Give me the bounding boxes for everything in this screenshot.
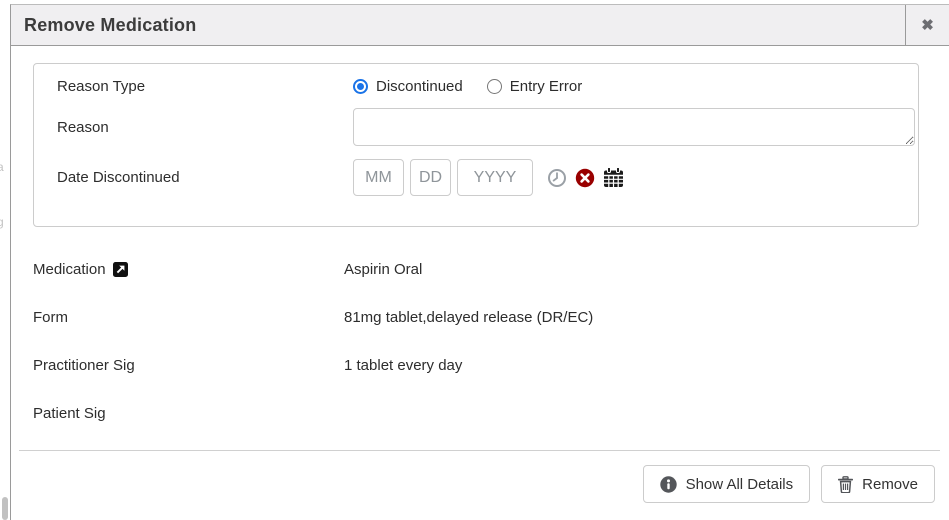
info-icon [660, 476, 677, 493]
reason-type-row: Reason Type Discontinued Entry Error [57, 78, 918, 95]
background-text-fragment: g [0, 215, 4, 229]
close-icon: ✖ [921, 16, 934, 34]
patient-sig-label: Patient Sig [33, 397, 344, 445]
radio-entry-error[interactable]: Entry Error [487, 78, 583, 95]
month-input[interactable] [353, 159, 404, 196]
radio-selected-icon [353, 79, 368, 94]
practitioner-sig-value: 1 tablet every day [344, 349, 462, 397]
form-label: Form [33, 301, 344, 349]
form-label-text: Form [33, 309, 68, 326]
detail-row-patient-sig: Patient Sig [33, 397, 949, 445]
show-all-details-label: Show All Details [686, 476, 794, 493]
date-input-group [353, 159, 624, 196]
reason-input[interactable] [353, 108, 915, 146]
dialog-title: Remove Medication [11, 5, 905, 45]
radio-discontinued-label: Discontinued [376, 78, 463, 95]
detail-row-practitioner-sig: Practitioner Sig 1 tablet every day [33, 349, 949, 397]
medication-label-wrap: Medication [33, 253, 344, 301]
background-strip: a g [0, 0, 10, 520]
dialog-body: Reason Type Discontinued Entry Error [11, 46, 949, 445]
date-discontinued-label: Date Discontinued [57, 169, 353, 186]
detail-row-form: Form 81mg tablet,delayed release (DR/EC) [33, 301, 949, 349]
year-input[interactable] [457, 159, 533, 196]
radio-entry-error-label: Entry Error [510, 78, 583, 95]
close-button[interactable]: ✖ [905, 5, 949, 45]
reason-form-panel: Reason Type Discontinued Entry Error [33, 63, 919, 227]
dialog-footer: Show All Details Remove [11, 451, 949, 503]
remove-label: Remove [862, 476, 918, 493]
trash-icon [838, 476, 853, 493]
dialog-header: Remove Medication ✖ [11, 5, 949, 46]
remove-button[interactable]: Remove [821, 465, 935, 503]
patient-sig-label-text: Patient Sig [33, 405, 106, 422]
clock-icon[interactable] [547, 168, 567, 188]
reason-label: Reason [57, 119, 353, 136]
external-link-icon[interactable] [113, 262, 128, 281]
detail-row-medication: Medication Aspirin Oral [33, 253, 949, 301]
show-all-details-button[interactable]: Show All Details [643, 465, 811, 503]
background-text-fragment: a [0, 160, 4, 174]
medication-value: Aspirin Oral [344, 253, 422, 301]
calendar-icon[interactable] [603, 167, 624, 188]
remove-medication-dialog: Remove Medication ✖ Reason Type Disconti… [10, 4, 949, 520]
reason-type-radio-group: Discontinued Entry Error [353, 78, 582, 95]
medication-label: Medication [33, 261, 106, 278]
medication-details: Medication Aspirin Oral Form [33, 253, 949, 445]
radio-discontinued[interactable]: Discontinued [353, 78, 463, 95]
practitioner-sig-label-text: Practitioner Sig [33, 357, 135, 374]
radio-unselected-icon [487, 79, 502, 94]
form-value: 81mg tablet,delayed release (DR/EC) [344, 301, 593, 349]
practitioner-sig-label: Practitioner Sig [33, 349, 344, 397]
date-discontinued-row: Date Discontinued [57, 159, 918, 196]
page: a g Remove Medication ✖ Reason Type D [0, 0, 949, 520]
clear-date-icon[interactable] [575, 168, 595, 188]
reason-type-label: Reason Type [57, 78, 353, 95]
background-scrollbar[interactable] [2, 497, 8, 520]
day-input[interactable] [410, 159, 451, 196]
reason-row: Reason [57, 108, 918, 146]
